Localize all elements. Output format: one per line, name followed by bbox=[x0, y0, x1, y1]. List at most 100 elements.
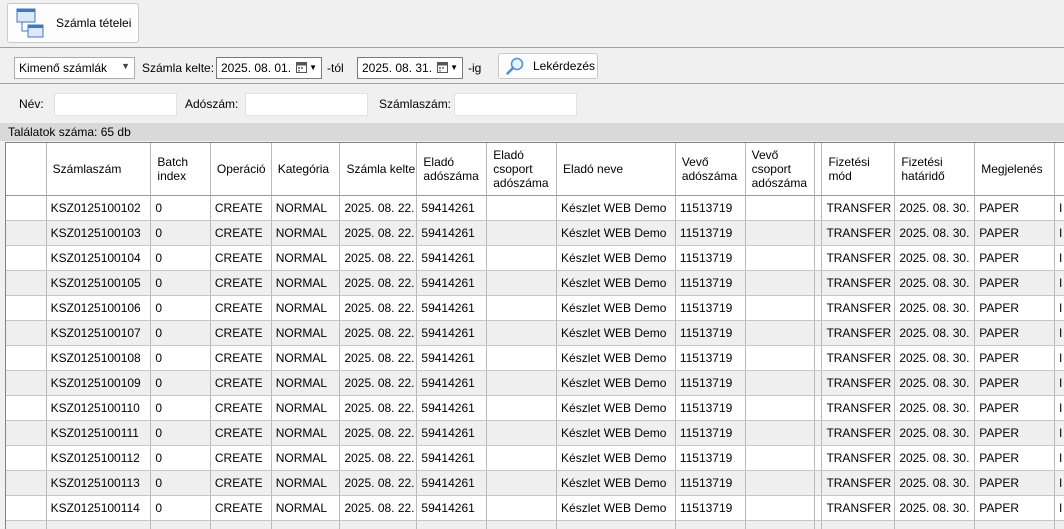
column-header[interactable] bbox=[6, 143, 46, 196]
table-cell: 0 bbox=[151, 346, 210, 371]
column-header[interactable]: Vevő adószáma bbox=[675, 143, 745, 196]
date-to-picker[interactable]: 2025. 08. 31. ▼ bbox=[357, 57, 463, 79]
table-cell: 2025. 08. 30. bbox=[895, 446, 975, 471]
calendar-icon[interactable]: ▼ bbox=[296, 62, 317, 73]
table-cell: CREATE bbox=[210, 221, 271, 246]
column-header[interactable]: Eladó csoport adószáma bbox=[487, 143, 557, 196]
table-cell: 2025. 08. 30. bbox=[895, 371, 975, 396]
table-cell bbox=[815, 346, 822, 371]
invoice-items-icon bbox=[14, 7, 46, 39]
table-cell: 2025. 08. 30. bbox=[895, 396, 975, 421]
table-cell: 59414261 bbox=[417, 221, 487, 246]
table-cell bbox=[745, 271, 815, 296]
table-cell: 0 bbox=[151, 271, 210, 296]
table-cell: 2025. 08. 22. bbox=[340, 196, 417, 221]
query-button[interactable]: Lekérdezés bbox=[498, 53, 598, 79]
table-cell: NORMAL bbox=[271, 221, 340, 246]
table-row[interactable]: KSZ01251001110CREATENORMAL2025. 08. 22.5… bbox=[6, 421, 1064, 446]
table-cell: 59414261 bbox=[417, 396, 487, 421]
table-cell: KSZ0125100114 bbox=[46, 496, 151, 521]
table-cell: Készlet WEB Demo bbox=[557, 396, 676, 421]
table-cell: 11513719 bbox=[675, 196, 745, 221]
table-cell: CREATE bbox=[210, 196, 271, 221]
table-row[interactable]: KSZ01251001050CREATENORMAL2025. 08. 22.5… bbox=[6, 271, 1064, 296]
table-cell: 2025. 08. 22. bbox=[340, 496, 417, 521]
table-cell: 2025. 08. 22. bbox=[340, 271, 417, 296]
table-cell bbox=[6, 246, 46, 271]
column-header[interactable] bbox=[1054, 143, 1064, 196]
table-cell: Készlet WEB Demo bbox=[557, 246, 676, 271]
table-cell: 2025. 08. 30. bbox=[895, 221, 975, 246]
table-row[interactable]: KSZ01251001090CREATENORMAL2025. 08. 22.5… bbox=[6, 371, 1064, 396]
table-cell: 59414261 bbox=[417, 446, 487, 471]
table-cell: Készlet WEB Demo bbox=[557, 196, 676, 221]
column-header[interactable] bbox=[815, 143, 822, 196]
table-cell: 59414261 bbox=[417, 371, 487, 396]
column-header[interactable]: Fizetési mód bbox=[822, 143, 895, 196]
column-header[interactable]: Operáció bbox=[210, 143, 271, 196]
column-header[interactable]: Fizetési határidő bbox=[895, 143, 975, 196]
table-row[interactable]: KSZ01251001060CREATENORMAL2025. 08. 22.5… bbox=[6, 296, 1064, 321]
table-cell: CREATE bbox=[210, 321, 271, 346]
table-cell: I bbox=[1054, 496, 1064, 521]
calendar-icon[interactable]: ▼ bbox=[437, 62, 458, 73]
column-header[interactable]: Eladó adószáma bbox=[417, 143, 487, 196]
invoice-grid[interactable]: SzámlaszámBatch indexOperációKategóriaSz… bbox=[5, 142, 1064, 529]
table-cell: 2025. 08. 30. bbox=[895, 296, 975, 321]
table-cell bbox=[487, 446, 557, 471]
table-cell bbox=[487, 396, 557, 421]
table-cell bbox=[6, 446, 46, 471]
invoice-items-button[interactable]: Számla tételei bbox=[7, 3, 139, 43]
table-cell: I bbox=[1054, 421, 1064, 446]
table-cell bbox=[745, 196, 815, 221]
table-row[interactable]: KSZ01251001130CREATENORMAL2025. 08. 22.5… bbox=[6, 471, 1064, 496]
tax-number-label: Adószám: bbox=[185, 97, 238, 111]
tax-number-input[interactable] bbox=[245, 93, 368, 116]
column-header[interactable]: Kategória bbox=[271, 143, 340, 196]
table-cell: 59414261 bbox=[417, 296, 487, 321]
table-cell: PAPER bbox=[975, 371, 1055, 396]
table-cell: PAPER bbox=[975, 396, 1055, 421]
table-row[interactable]: KSZ01251001040CREATENORMAL2025. 08. 22.5… bbox=[6, 246, 1064, 271]
table-cell: I bbox=[1054, 221, 1064, 246]
column-header[interactable]: Eladó neve bbox=[557, 143, 676, 196]
table-cell: KSZ0125100110 bbox=[46, 396, 151, 421]
table-cell bbox=[6, 271, 46, 296]
column-header[interactable]: Vevő csoport adószáma bbox=[745, 143, 815, 196]
column-header[interactable]: Batch index bbox=[151, 143, 210, 196]
table-cell: PAPER bbox=[975, 196, 1055, 221]
table-row[interactable]: KSZ01251001080CREATENORMAL2025. 08. 22.5… bbox=[6, 346, 1064, 371]
column-header[interactable]: Megjelenés bbox=[975, 143, 1055, 196]
table-cell bbox=[815, 421, 822, 446]
table-row[interactable]: KSZ01251001020CREATENORMAL2025. 08. 22.5… bbox=[6, 196, 1064, 221]
table-cell: Készlet WEB Demo bbox=[557, 471, 676, 496]
table-cell: KSZ0125100107 bbox=[46, 321, 151, 346]
table-row[interactable]: KSZ01251001140CREATENORMAL2025. 08. 22.5… bbox=[6, 496, 1064, 521]
table-cell: KSZ0125100113 bbox=[46, 471, 151, 496]
table-cell: 11513719 bbox=[675, 496, 745, 521]
table-cell: KSZ0125100111 bbox=[46, 421, 151, 446]
column-header[interactable]: Számla kelte bbox=[340, 143, 417, 196]
name-input[interactable] bbox=[54, 93, 177, 116]
column-header[interactable]: Számlaszám bbox=[46, 143, 151, 196]
table-cell: KSZ0125100102 bbox=[46, 196, 151, 221]
table-cell bbox=[487, 421, 557, 446]
table-cell: TRANSFER bbox=[822, 246, 895, 271]
table-cell: Készlet WEB Demo bbox=[557, 346, 676, 371]
table-cell: PAPER bbox=[975, 321, 1055, 346]
date-from-picker[interactable]: 2025. 08. 01. ▼ bbox=[216, 57, 322, 79]
table-cell bbox=[487, 346, 557, 371]
table-cell: PAPER bbox=[975, 246, 1055, 271]
table-row[interactable]: KSZ01251001070CREATENORMAL2025. 08. 22.5… bbox=[6, 321, 1064, 346]
direction-select[interactable]: Kimenő számlák ▼ bbox=[14, 57, 135, 79]
table-row[interactable]: KSZ01251001030CREATENORMAL2025. 08. 22.5… bbox=[6, 221, 1064, 246]
table-row[interactable]: KSZ01251001120CREATENORMAL2025. 08. 22.5… bbox=[6, 446, 1064, 471]
table-cell: NORMAL bbox=[271, 421, 340, 446]
invoice-number-input[interactable] bbox=[454, 93, 577, 116]
chevron-down-icon: ▼ bbox=[121, 61, 130, 71]
table-row[interactable]: KSZ01251001100CREATENORMAL2025. 08. 22.5… bbox=[6, 396, 1064, 421]
table-cell: 0 bbox=[151, 396, 210, 421]
filter-bar-dates: Kimenő számlák ▼ Számla kelte: 2025. 08.… bbox=[0, 47, 1064, 84]
table-cell: 11513719 bbox=[675, 471, 745, 496]
table-cell: TRANSFER bbox=[822, 396, 895, 421]
